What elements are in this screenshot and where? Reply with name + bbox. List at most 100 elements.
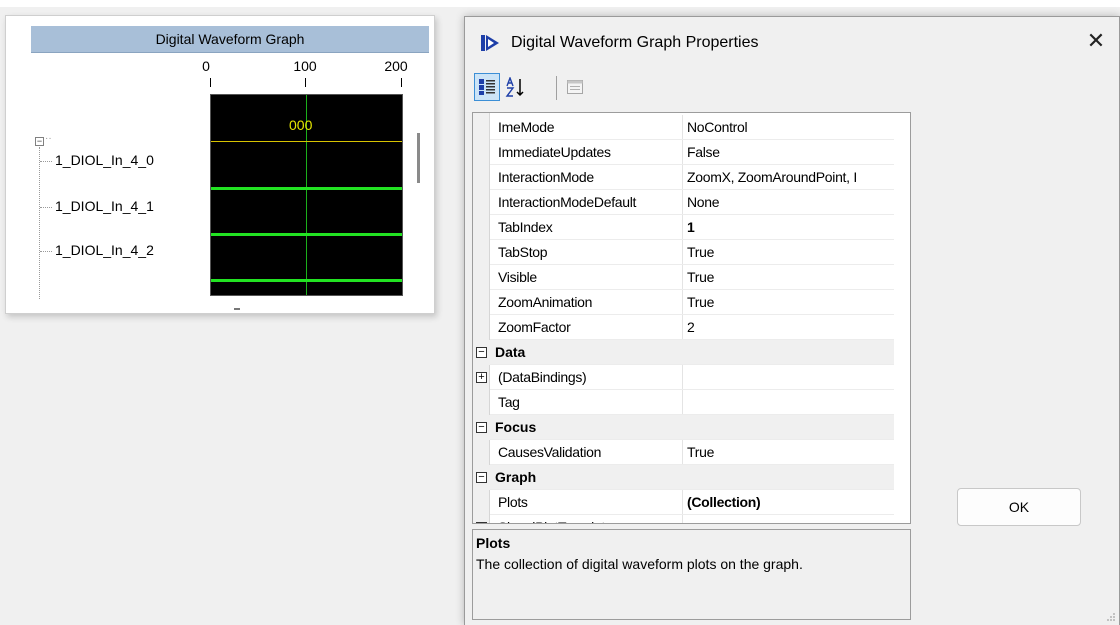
- app-icon: [481, 35, 499, 51]
- category-row[interactable]: − Data: [473, 340, 894, 365]
- graph-horizontal-scrollbar[interactable]: [234, 308, 240, 310]
- property-row[interactable]: + (DataBindings): [473, 365, 894, 390]
- property-name: TabIndex: [498, 219, 553, 235]
- property-row[interactable]: ZoomFactor 2: [473, 315, 894, 340]
- categorized-button[interactable]: [474, 73, 500, 101]
- signal-label-text: 1_DIOL_In_4_1: [55, 198, 154, 214]
- property-row[interactable]: Tag: [473, 390, 894, 415]
- signal-label[interactable]: 1_DIOL_In_4_0: [40, 152, 154, 168]
- signal-waveform: [211, 187, 402, 190]
- ok-button[interactable]: OK: [957, 488, 1081, 526]
- property-row[interactable]: ZoomAnimation True: [473, 290, 894, 315]
- property-name: InteractionModeDefault: [498, 194, 637, 210]
- x-tick-label: 200: [384, 58, 408, 74]
- plot-area[interactable]: 000: [210, 94, 403, 296]
- property-name: Plots: [498, 494, 528, 510]
- description-title: Plots: [476, 535, 511, 551]
- property-value[interactable]: False: [687, 140, 891, 165]
- collapse-icon[interactable]: −: [476, 472, 487, 483]
- property-row[interactable]: Visible True: [473, 265, 894, 290]
- x-tick-mark: [305, 78, 306, 87]
- description-panel: Plots The collection of digital waveform…: [472, 529, 911, 620]
- collapse-icon[interactable]: −: [476, 347, 487, 358]
- property-name: ZoomFactor: [498, 319, 571, 335]
- column-divider: [682, 365, 683, 390]
- signal-label-text: 1_DIOL_In_4_0: [55, 152, 154, 168]
- signal-label[interactable]: 1_DIOL_In_4_2: [40, 242, 154, 258]
- description-text: The collection of digital waveform plots…: [476, 556, 803, 572]
- title-bar[interactable]: Digital Waveform Graph Properties ✕: [465, 17, 1119, 66]
- x-tick-mark: [401, 78, 402, 87]
- property-pages-button[interactable]: [562, 73, 588, 101]
- property-value[interactable]: True: [687, 240, 891, 265]
- property-row[interactable]: InteractionMode ZoomX, ZoomAroundPoint, I: [473, 165, 894, 190]
- property-row[interactable]: ImeMode NoControl: [473, 115, 894, 140]
- column-divider: [682, 490, 683, 515]
- signal-waveform: [211, 279, 402, 282]
- signal-label[interactable]: 1_DIOL_In_4_1: [40, 198, 154, 214]
- property-pages-icon: [567, 80, 583, 94]
- property-value[interactable]: True: [687, 265, 891, 290]
- property-name: ImmediateUpdates: [498, 144, 611, 160]
- expand-icon[interactable]: +: [476, 372, 487, 383]
- property-name: (DataBindings): [498, 369, 587, 385]
- property-value[interactable]: [687, 515, 891, 523]
- collapse-icon[interactable]: −: [35, 137, 44, 146]
- property-value[interactable]: 2: [687, 315, 891, 340]
- property-name: SignalPlotTemplate: [498, 515, 682, 523]
- column-divider: [682, 165, 683, 190]
- property-row[interactable]: TabStop True: [473, 240, 894, 265]
- property-value[interactable]: [687, 365, 891, 390]
- resize-grip-icon[interactable]: [1106, 612, 1116, 622]
- property-name: Visible: [498, 269, 537, 285]
- category-name: Data: [495, 344, 526, 360]
- property-row[interactable]: CausesValidation True: [473, 440, 894, 465]
- property-name: Tag: [498, 394, 520, 410]
- property-value[interactable]: NoControl: [687, 115, 891, 140]
- property-row[interactable]: + SignalPlotTemplate: [473, 515, 894, 523]
- signal-waveform: [211, 233, 402, 236]
- expand-icon[interactable]: +: [476, 522, 487, 523]
- x-tick-mark: [210, 78, 211, 87]
- column-divider: [682, 215, 683, 240]
- property-row[interactable]: TabIndex 1: [473, 215, 894, 240]
- category-row[interactable]: − Graph: [473, 465, 894, 490]
- alphabetical-sort-icon: [505, 77, 524, 97]
- property-name: InteractionMode: [498, 169, 594, 185]
- property-value[interactable]: (Collection): [687, 490, 891, 515]
- column-divider: [682, 315, 683, 340]
- x-tick-label: 0: [202, 58, 210, 74]
- column-divider: [682, 440, 683, 465]
- property-row[interactable]: InteractionModeDefault None: [473, 190, 894, 215]
- categorized-icon: [479, 79, 495, 95]
- property-grid[interactable]: ImeMode NoControl ImmediateUpdates False Int…: [472, 112, 911, 524]
- close-button[interactable]: ✕: [1073, 17, 1119, 65]
- column-divider: [682, 190, 683, 215]
- property-value[interactable]: 1: [687, 215, 891, 240]
- property-row[interactable]: ImmediateUpdates False: [473, 140, 894, 165]
- property-value[interactable]: None: [687, 190, 891, 215]
- grid-vertical-scrollbar[interactable]: [910, 425, 911, 498]
- tree-line: [39, 147, 40, 299]
- graph-vertical-scrollbar[interactable]: [417, 133, 420, 183]
- signal-label-text: 1_DIOL_In_4_2: [55, 242, 154, 258]
- column-divider: [682, 140, 683, 165]
- toolbar-separator: [556, 76, 557, 100]
- property-value[interactable]: [687, 390, 891, 415]
- property-value[interactable]: True: [687, 290, 891, 315]
- category-row[interactable]: − Focus: [473, 415, 894, 440]
- digital-waveform-graph[interactable]: Digital Waveform Graph 0 100 200 − ·· 1_…: [5, 15, 435, 314]
- collapse-icon[interactable]: −: [476, 422, 487, 433]
- property-row[interactable]: Plots (Collection): [473, 490, 894, 515]
- properties-dialog: Digital Waveform Graph Properties ✕ ImeM…: [464, 16, 1120, 625]
- column-divider: [682, 390, 683, 415]
- property-name: ImeMode: [498, 119, 555, 135]
- property-value[interactable]: True: [687, 440, 891, 465]
- property-name: ZoomAnimation: [498, 294, 593, 310]
- bus-waveform: [211, 141, 402, 142]
- property-value[interactable]: ZoomX, ZoomAroundPoint, I: [687, 165, 891, 190]
- alphabetical-button[interactable]: [504, 73, 530, 101]
- column-divider: [682, 240, 683, 265]
- x-tick-label: 100: [293, 58, 317, 74]
- close-icon: ✕: [1086, 28, 1106, 53]
